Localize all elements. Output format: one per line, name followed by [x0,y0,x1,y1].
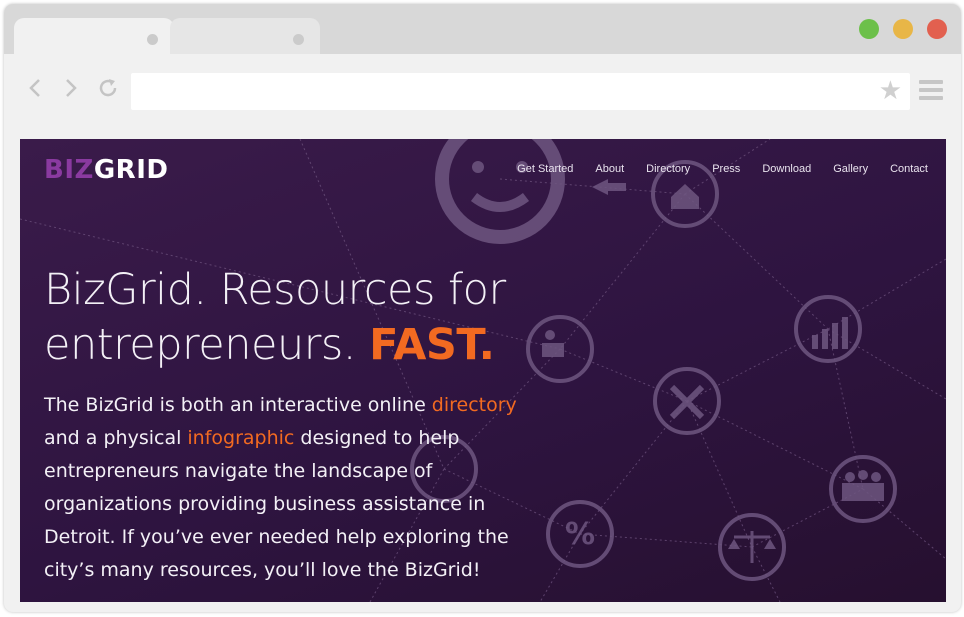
nav-contact[interactable]: Contact [890,163,928,175]
chevron-left-icon [29,79,40,97]
headline-accent: FAST. [369,320,495,370]
chevron-right-icon [66,79,77,97]
forward-button[interactable] [58,76,82,100]
browser-window: ★ % BIZGRID Get Started About Directory … [4,4,961,612]
body-text-1: The BizGrid is both an interactive onlin… [44,394,432,416]
page-viewport: % BIZGRID Get Started About Directory Pr… [20,139,946,602]
directory-link[interactable]: directory [432,394,517,416]
tab-inactive[interactable] [170,18,320,54]
browser-toolbar: ★ [4,54,961,126]
hamburger-menu-icon[interactable] [919,80,943,100]
nav-gallery[interactable]: Gallery [833,163,868,175]
logo-part-biz: BIZ [44,155,94,185]
hero-headline: BizGrid. Resources for entrepreneurs. FA… [44,263,604,373]
logo-part-grid: GRID [93,155,169,185]
smiley-icon [435,139,565,244]
nav-directory[interactable]: Directory [646,163,690,175]
headline-line-1: BizGrid. Resources for [44,265,506,315]
address-bar[interactable]: ★ [131,73,910,110]
tab-close-icon[interactable] [147,34,158,45]
tab-close-icon[interactable] [293,34,304,45]
back-button[interactable] [24,76,48,100]
arrow-left-icon [592,179,626,195]
main-nav: Get Started About Directory Press Downlo… [495,163,928,175]
tab-active[interactable] [14,18,174,54]
infographic-link[interactable]: infographic [187,427,294,449]
site-logo[interactable]: BIZGRID [44,155,168,185]
headline-line-2: entrepreneurs. [44,320,370,370]
star-icon[interactable]: ★ [879,78,902,104]
hero-description: The BizGrid is both an interactive onlin… [44,389,544,587]
maximize-button[interactable] [859,19,879,39]
reload-icon [99,79,117,97]
body-text-2: and a physical [44,427,188,449]
nav-download[interactable]: Download [762,163,811,175]
minimize-button[interactable] [893,19,913,39]
body-text-3: designed to help entrepreneurs navigate … [44,427,509,581]
nav-about[interactable]: About [595,163,624,175]
nav-get-started[interactable]: Get Started [517,163,573,175]
nav-press[interactable]: Press [712,163,740,175]
tab-bar [4,4,961,54]
close-window-button[interactable] [927,19,947,39]
reload-button[interactable] [96,76,120,100]
svg-text:%: % [565,517,595,552]
